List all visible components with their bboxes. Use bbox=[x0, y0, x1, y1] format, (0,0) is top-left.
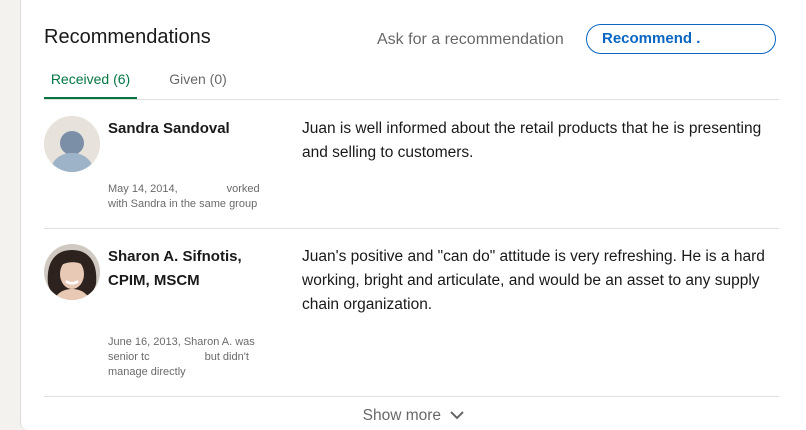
tab-received[interactable]: Received (6) bbox=[44, 60, 137, 99]
recommender-name[interactable]: Sharon A. Sifnotis, CPIM, MSCM bbox=[108, 245, 242, 293]
recommendation-text: Juan is well informed about the retail p… bbox=[302, 120, 762, 161]
recommender-name[interactable]: Sandra Sandoval bbox=[108, 117, 230, 141]
chevron-down-icon bbox=[449, 407, 465, 425]
recommendation-meta: May 14, 2014, vorked with Sandra in the … bbox=[108, 183, 260, 210]
recommendations-card: Recommendations Ask for a recommendation… bbox=[20, 0, 806, 430]
divider bbox=[44, 396, 779, 397]
avatar-default-person[interactable] bbox=[44, 116, 100, 172]
profile-photo-icon bbox=[44, 244, 100, 300]
person-silhouette-icon bbox=[44, 116, 100, 172]
recommendation-tabs: Received (6) Given (0) bbox=[44, 60, 779, 99]
show-more-button[interactable]: Show more bbox=[21, 407, 806, 425]
divider bbox=[44, 228, 779, 229]
recommend-button[interactable]: Recommend . bbox=[586, 24, 776, 54]
avatar-profile-photo[interactable] bbox=[44, 244, 100, 300]
ask-for-recommendation-link[interactable]: Ask for a recommendation bbox=[377, 31, 564, 49]
section-title: Recommendations bbox=[44, 26, 211, 48]
tab-given[interactable]: Given (0) bbox=[169, 60, 227, 98]
recommendation-meta: June 16, 2013, Sharon A. was senior tc b… bbox=[108, 336, 255, 378]
recommendation-text: Juan's positive and "can do" attitude is… bbox=[302, 248, 765, 313]
divider bbox=[44, 99, 779, 100]
